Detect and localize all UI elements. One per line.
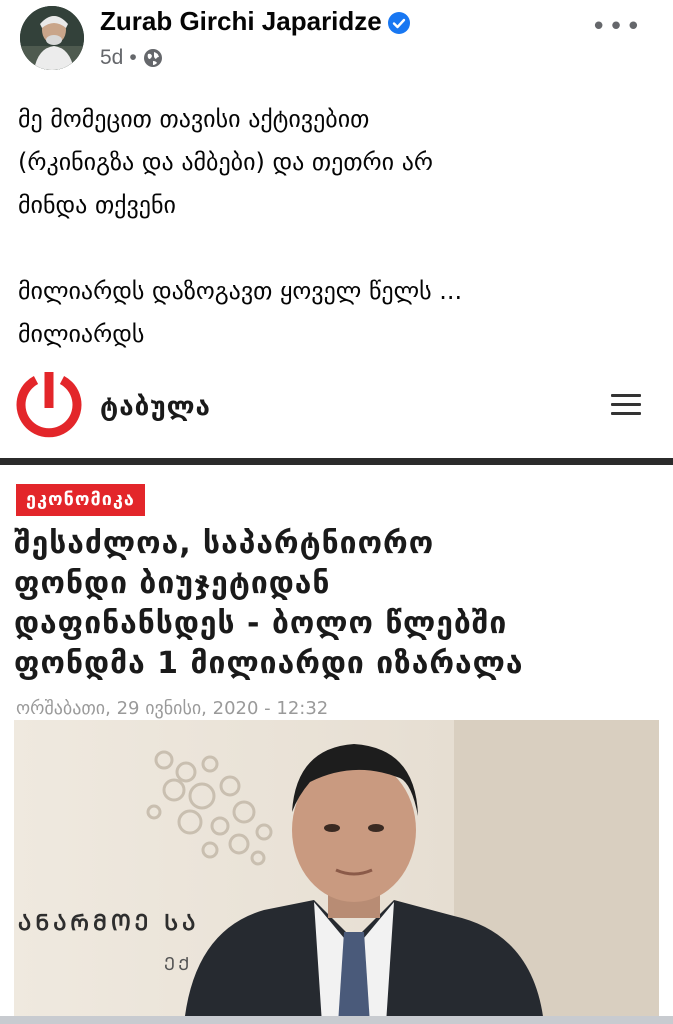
post-text-line: მინდა თქვენი — [18, 191, 176, 219]
article-headline[interactable]: შესაძლოა, საპარტნიორო ფონდი ბიუჯეტიდან დ… — [14, 524, 659, 684]
shared-article[interactable]: ტაბულა ეკონომიკა შესაძლოა, საპარტნიორო ფ… — [0, 362, 673, 1024]
headline-line: ფონდმა 1 მილიარდი იზარალა — [14, 646, 524, 681]
headline-line: შესაძლოა, საპარტნიორო — [14, 526, 435, 561]
photo-sign-text: ᲐᲜᲐᲠᲛᲝᲔ ᲡᲐ — [18, 911, 199, 936]
author-name-text[interactable]: Zurab Girchi Japaridze — [100, 6, 382, 36]
headline-line: ფონდი ბიუჯეტიდან — [14, 566, 331, 601]
more-options-button[interactable]: ••• — [591, 12, 643, 42]
post-text-line: (რკინიგზა და ამბები) და თეთრი არ — [18, 148, 433, 176]
post-text-line: მილიარდს — [18, 320, 145, 348]
post-text: მე მომეცით თავისი აქტივებით (რკინიგზა და… — [18, 98, 658, 356]
site-name[interactable]: ტაბულა — [100, 392, 211, 422]
tabula-logo-icon[interactable] — [14, 370, 84, 440]
avatar-image — [20, 6, 84, 70]
headline-line: დაფინანსდეს - ბოლო წლებში — [14, 606, 508, 641]
header-divider — [0, 458, 673, 465]
post-text-line: მილიარდს დაზოგავთ ყოველ წელს ... — [18, 277, 463, 305]
category-badge[interactable]: ეკონომიკა — [16, 484, 145, 516]
meta-separator: • — [129, 46, 137, 69]
hamburger-menu-icon[interactable] — [611, 394, 641, 416]
verified-badge-icon — [387, 12, 410, 35]
article-date: ორშაბათი, 29 ივნისი, 2020 - 12:32 — [16, 698, 329, 719]
article-photo-image: ᲐᲜᲐᲠᲛᲝᲔ ᲡᲐ ᲔᲥ — [14, 720, 659, 1024]
globe-icon[interactable] — [143, 48, 163, 68]
author-name[interactable]: Zurab Girchi Japaridze — [100, 6, 410, 37]
post-time[interactable]: 5d — [100, 46, 123, 70]
site-header: ტაბულა — [0, 362, 673, 458]
author-avatar[interactable] — [20, 6, 84, 70]
post-meta: 5d • — [100, 46, 163, 70]
post-text-line: მე მომეცით თავისი აქტივებით — [18, 105, 370, 133]
article-photo[interactable]: ᲐᲜᲐᲠᲛᲝᲔ ᲡᲐ ᲔᲥ — [14, 720, 659, 1024]
bottom-divider — [0, 1016, 673, 1024]
post-header: Zurab Girchi Japaridze 5d • ••• — [0, 0, 673, 80]
photo-sign-text-2: ᲔᲥ — [164, 954, 192, 975]
